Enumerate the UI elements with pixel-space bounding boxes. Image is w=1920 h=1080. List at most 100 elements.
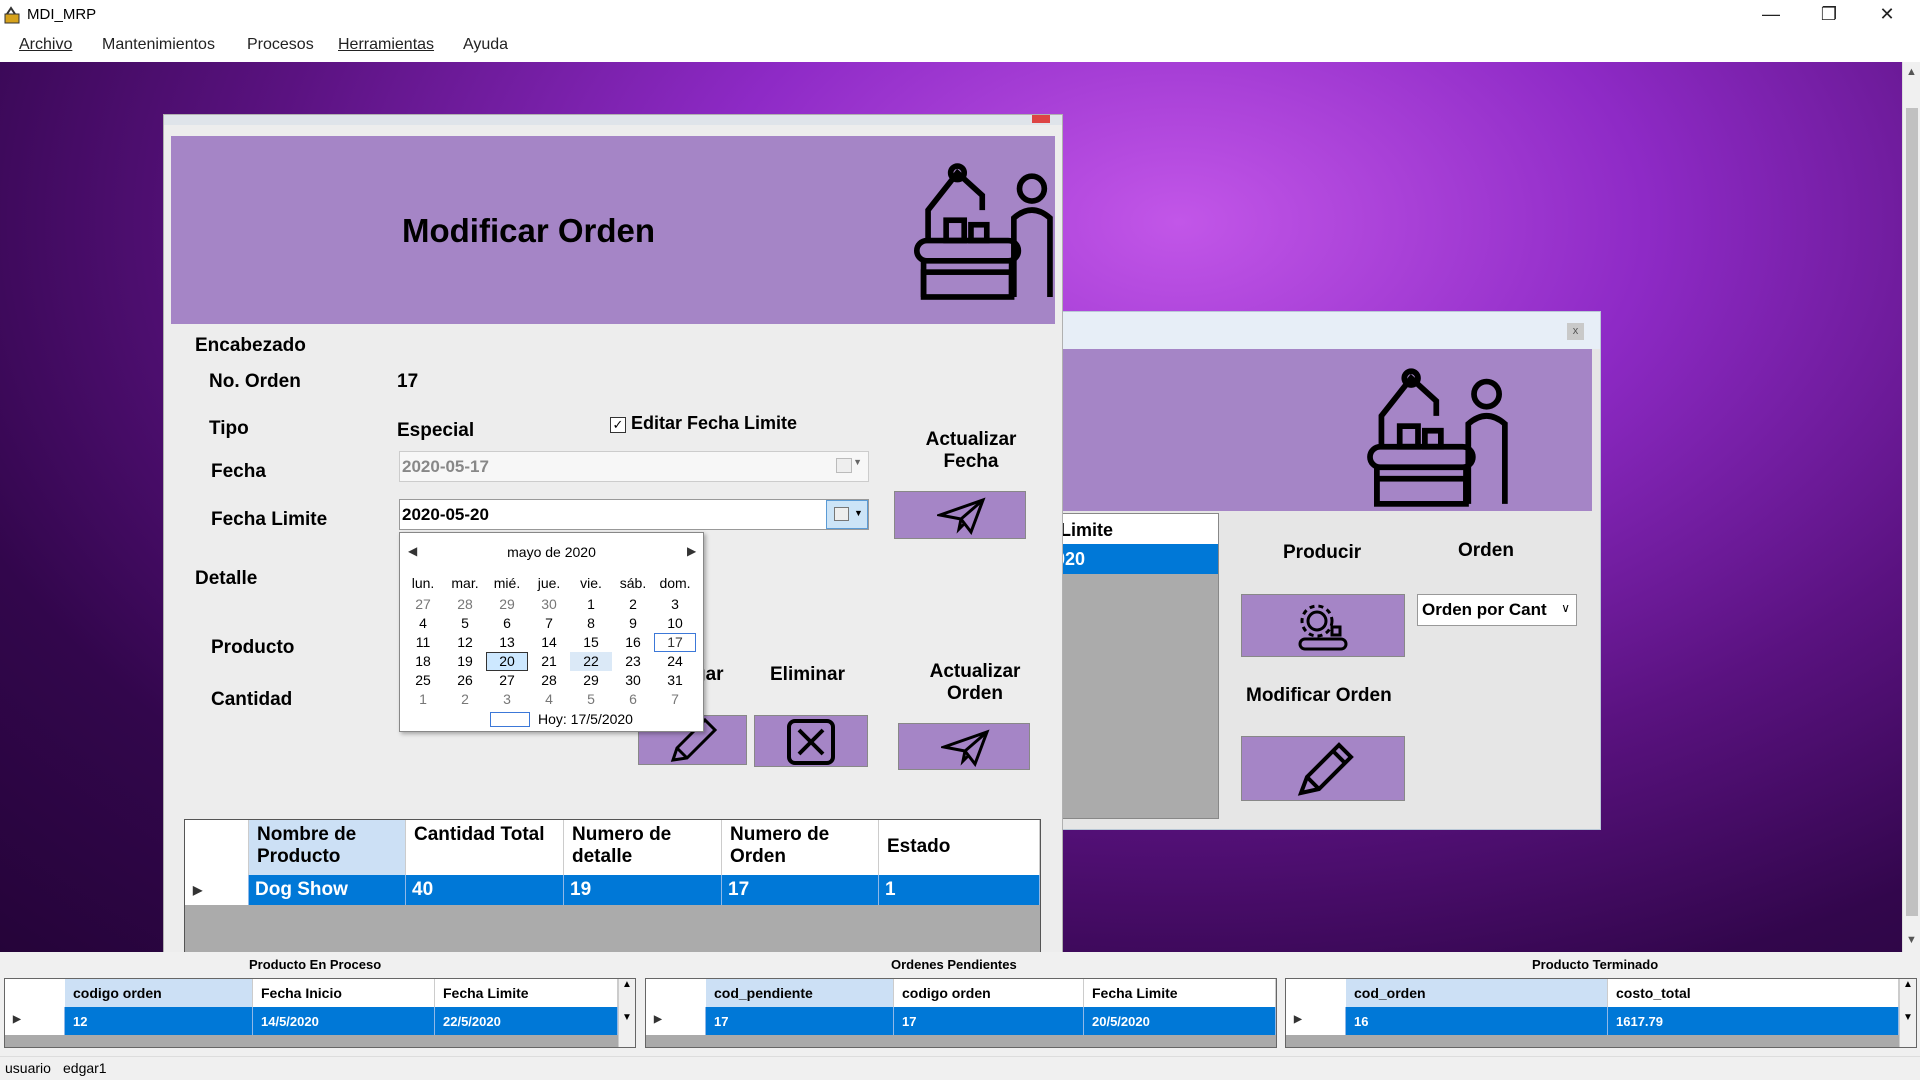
calendar-day[interactable]: 18 bbox=[402, 652, 444, 671]
calendar-day[interactable]: 6 bbox=[612, 690, 654, 709]
calendar-day[interactable]: 5 bbox=[444, 614, 486, 633]
cell[interactable]: 19 bbox=[564, 875, 722, 905]
cell[interactable]: 17 bbox=[722, 875, 879, 905]
calendar-day[interactable]: 4 bbox=[402, 614, 444, 633]
column-header[interactable]: costo_total bbox=[1608, 979, 1899, 1007]
menu-archivo[interactable]: Archivo bbox=[19, 36, 72, 54]
calendar-day[interactable]: 14 bbox=[528, 633, 570, 652]
cell[interactable]: Dog Show bbox=[249, 875, 406, 905]
cell[interactable]: 12 bbox=[65, 1007, 253, 1035]
cell[interactable]: 1 bbox=[879, 875, 1040, 905]
table-row[interactable]: ▶ 17 17 20/5/2020 bbox=[646, 1007, 1276, 1035]
calendar-day[interactable]: 29 bbox=[486, 595, 528, 614]
column-header[interactable]: cod_pendiente bbox=[706, 979, 894, 1007]
calendar-day[interactable]: 5 bbox=[570, 690, 612, 709]
calendar-day[interactable]: 19 bbox=[444, 652, 486, 671]
detalle-grid[interactable]: Nombre de Producto Cantidad Total Numero… bbox=[184, 819, 1041, 952]
next-month-arrow-icon[interactable]: ▶ bbox=[687, 544, 696, 558]
fecha-limite-datepicker[interactable]: 2020-05-20 ▼ bbox=[399, 499, 869, 530]
restore-button[interactable]: ❐ bbox=[1800, 0, 1858, 30]
calendar-day[interactable]: 22 bbox=[570, 652, 612, 671]
calendar-day[interactable]: 7 bbox=[528, 614, 570, 633]
calendar-day[interactable]: 21 bbox=[528, 652, 570, 671]
calendar-day[interactable]: 29 bbox=[570, 671, 612, 690]
cell[interactable]: 17 bbox=[706, 1007, 894, 1035]
grid-scrollbar[interactable]: ▲ ▼ bbox=[618, 979, 635, 1047]
actualizar-fecha-button[interactable] bbox=[894, 491, 1026, 539]
menu-herramientas[interactable]: Herramientas bbox=[338, 36, 434, 54]
calendar-day[interactable]: 27 bbox=[402, 595, 444, 614]
cell[interactable]: 16 bbox=[1346, 1007, 1608, 1035]
calendar-day[interactable]: 1 bbox=[570, 595, 612, 614]
table-row[interactable]: ▶ Dog Show 40 19 17 1 bbox=[185, 875, 1040, 905]
calendar-day[interactable]: 11 bbox=[402, 633, 444, 652]
menu-ayuda[interactable]: Ayuda bbox=[463, 36, 508, 54]
calendar-day[interactable]: 8 bbox=[570, 614, 612, 633]
terminado-grid[interactable]: cod_orden costo_total ▶ 16 1617.79 ▲ ▼ bbox=[1285, 978, 1917, 1048]
column-header[interactable]: codigo orden bbox=[65, 979, 253, 1007]
calendar-day[interactable]: 26 bbox=[444, 671, 486, 690]
column-header[interactable]: Estado bbox=[879, 820, 1040, 875]
calendar-dropdown-button[interactable]: ▼ bbox=[826, 500, 868, 529]
cell[interactable]: 1617.79 bbox=[1608, 1007, 1899, 1035]
today-link[interactable]: Hoy: 17/5/2020 bbox=[538, 711, 633, 727]
proceso-grid[interactable]: codigo orden Fecha Inicio Fecha Limite ▶… bbox=[4, 978, 636, 1048]
row-selector-arrow-icon[interactable]: ▶ bbox=[1286, 1007, 1346, 1035]
producir-button[interactable] bbox=[1241, 594, 1405, 657]
calendar-day[interactable]: 1 bbox=[402, 690, 444, 709]
calendar-day[interactable]: 2 bbox=[612, 595, 654, 614]
column-header[interactable]: Fecha Limite bbox=[1084, 979, 1276, 1007]
column-header[interactable]: codigo orden bbox=[894, 979, 1084, 1007]
actualizar-orden-button[interactable] bbox=[898, 723, 1030, 770]
calendar-day[interactable]: 25 bbox=[402, 671, 444, 690]
calendar-day[interactable]: 3 bbox=[486, 690, 528, 709]
mdi-scrollbar[interactable]: ▲ ▼ bbox=[1902, 62, 1920, 952]
orden-select[interactable]: Orden por Cant ∨ bbox=[1417, 594, 1577, 626]
column-header[interactable]: Numero de detalle bbox=[564, 820, 722, 875]
editar-fecha-limite-checkbox[interactable]: ✓ bbox=[610, 417, 626, 433]
calendar-popup[interactable]: ◀ mayo de 2020 ▶ lun. mar. mié. jue. vie. sáb… bbox=[399, 532, 704, 732]
calendar-day[interactable]: 24 bbox=[654, 652, 696, 671]
grid-scrollbar[interactable]: ▲ ▼ bbox=[1899, 979, 1916, 1047]
cell[interactable]: 40 bbox=[406, 875, 564, 905]
menu-procesos[interactable]: Procesos bbox=[247, 36, 314, 54]
row-selector-arrow-icon[interactable]: ▶ bbox=[5, 1007, 65, 1035]
column-header[interactable]: Numero de Orden bbox=[722, 820, 879, 875]
calendar-month-title[interactable]: mayo de 2020 bbox=[400, 544, 703, 560]
minimize-button[interactable]: — bbox=[1742, 0, 1800, 30]
column-header[interactable]: Fecha Inicio bbox=[253, 979, 435, 1007]
calendar-day[interactable]: 13 bbox=[486, 633, 528, 652]
row-selector-arrow-icon[interactable]: ▶ bbox=[646, 1007, 706, 1035]
scrollbar-thumb[interactable] bbox=[1906, 108, 1918, 916]
calendar-day[interactable]: 6 bbox=[486, 614, 528, 633]
fecha-limite-list[interactable]: a Limite 2020 bbox=[1044, 513, 1219, 819]
close-form-button[interactable]: x bbox=[1567, 323, 1584, 340]
calendar-day[interactable]: 15 bbox=[570, 633, 612, 652]
column-header[interactable]: Nombre de Producto bbox=[249, 820, 406, 875]
calendar-day[interactable]: 30 bbox=[528, 595, 570, 614]
calendar-day[interactable]: 16 bbox=[612, 633, 654, 652]
cell[interactable]: 14/5/2020 bbox=[253, 1007, 435, 1035]
calendar-day[interactable]: 4 bbox=[528, 690, 570, 709]
calendar-day[interactable]: 28 bbox=[528, 671, 570, 690]
table-row[interactable]: ▶ 12 14/5/2020 22/5/2020 bbox=[5, 1007, 635, 1035]
calendar-day[interactable]: 30 bbox=[612, 671, 654, 690]
calendar-day[interactable]: 2 bbox=[444, 690, 486, 709]
calendar-day[interactable]: 12 bbox=[444, 633, 486, 652]
row-selector-arrow-icon[interactable]: ▶ bbox=[185, 875, 249, 905]
list-selected-row[interactable]: 2020 bbox=[1045, 544, 1218, 574]
column-header[interactable]: Cantidad Total bbox=[406, 820, 564, 875]
close-button[interactable]: ✕ bbox=[1858, 0, 1916, 30]
calendar-day[interactable]: 3 bbox=[654, 595, 696, 614]
calendar-day[interactable]: 17 bbox=[654, 633, 696, 652]
menu-mantenimientos[interactable]: Mantenimientos bbox=[102, 36, 215, 54]
calendar-day[interactable]: 27 bbox=[486, 671, 528, 690]
table-row[interactable]: ▶ 16 1617.79 bbox=[1286, 1007, 1916, 1035]
eliminar-button[interactable] bbox=[754, 715, 868, 767]
column-header[interactable]: Fecha Limite bbox=[435, 979, 618, 1007]
pendientes-grid[interactable]: cod_pendiente codigo orden Fecha Limite … bbox=[645, 978, 1277, 1048]
calendar-day[interactable]: 28 bbox=[444, 595, 486, 614]
modificar-orden-button[interactable] bbox=[1241, 736, 1405, 801]
scroll-up-arrow-icon[interactable]: ▲ bbox=[1906, 66, 1917, 78]
calendar-day[interactable]: 7 bbox=[654, 690, 696, 709]
